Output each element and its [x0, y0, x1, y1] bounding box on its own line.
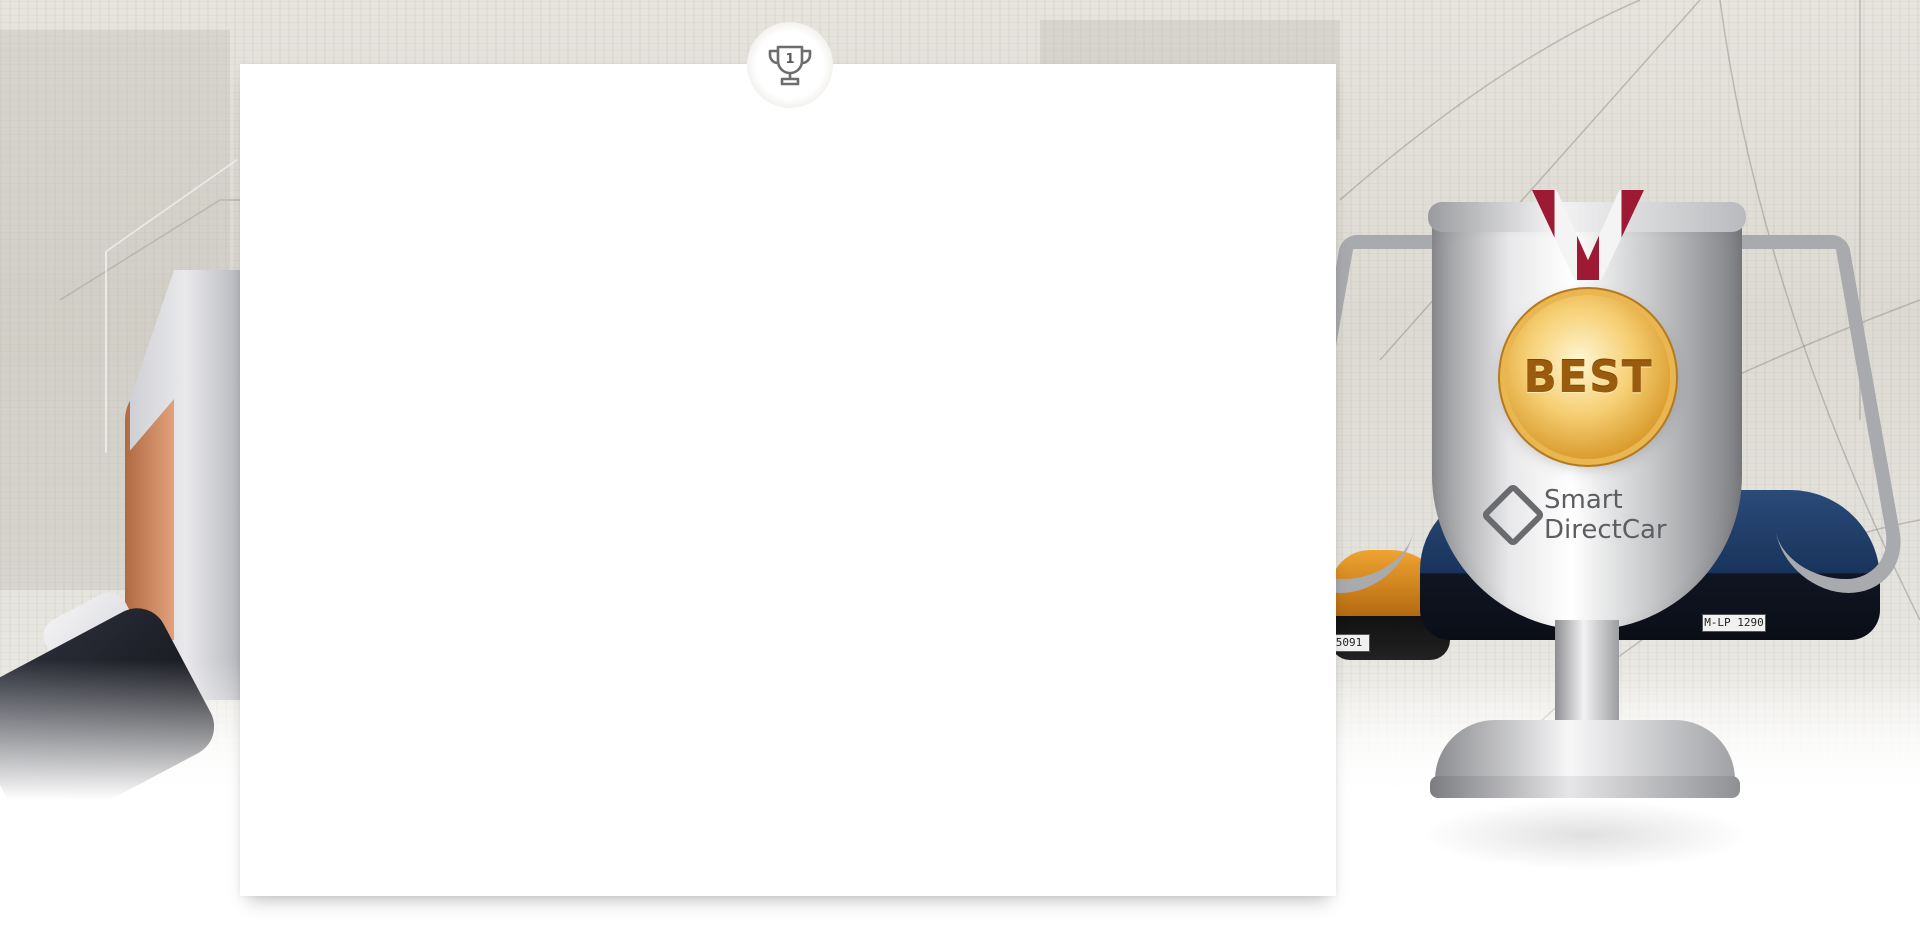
main-content-card	[240, 64, 1336, 896]
best-medal: BEST	[1506, 295, 1670, 459]
badge-number: 1	[785, 52, 794, 67]
medal-label: BEST	[1523, 351, 1653, 403]
brand-logo-icon	[1480, 482, 1546, 548]
brand-name-line2: DirectCar	[1544, 515, 1667, 545]
trophy-icon: 1	[768, 45, 812, 86]
trophy: BEST Smart DirectCar	[1278, 180, 1911, 840]
brand-name-line1: Smart	[1544, 485, 1623, 515]
card-header-badge: 1	[747, 22, 833, 108]
trophy-base	[1430, 776, 1740, 798]
trophy-stem	[1555, 620, 1619, 730]
trophy-rim	[1428, 202, 1746, 232]
hand-holding-number-one	[0, 158, 240, 800]
smart-directcar-logo: Smart DirectCar	[1480, 480, 1750, 550]
